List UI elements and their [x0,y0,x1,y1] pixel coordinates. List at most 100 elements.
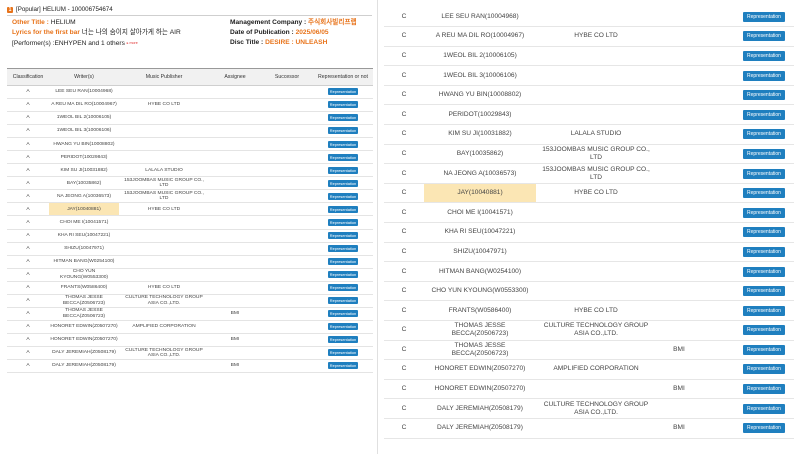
publisher-cell: CULTURE TECHNOLOGY GROUP ASIA CO.,LTD. [536,398,656,419]
writer-cell: HONORET EDWIN(Z0507270) [49,333,119,347]
representation-button[interactable]: Representation [743,168,785,179]
table-row: A CHO YUN KYOUNG(W0553300) Representation [7,268,373,282]
representation-button[interactable]: Representation [327,244,359,252]
representation-button[interactable]: Representation [743,305,785,316]
representation-button[interactable]: Representation [327,218,359,226]
table-row: C 1WEOL BIL 2(10006105) Representation [384,46,794,67]
assignee-cell [656,85,702,106]
representation-button[interactable]: Representation [743,148,785,159]
representation-button[interactable]: Representation [743,344,785,355]
classification-cell: C [384,398,424,419]
successor-cell [261,215,313,230]
representation-button[interactable]: Representation [327,179,359,187]
assignee-cell [209,111,261,126]
representation-button[interactable]: Representation [743,188,785,199]
representation-button[interactable]: Representation [327,127,359,135]
representation-button[interactable]: Representation [327,257,359,265]
successor-cell [702,418,734,439]
table-row: A HONORET EDWIN(Z0507270) BMI Representatio… [7,333,373,347]
classification-cell: A [7,150,49,165]
classification-cell: A [7,215,49,230]
assignee-cell: BMI [656,418,702,439]
publisher-cell: 153JOOMBAS MUSIC GROUP CO., LTD [536,144,656,165]
representation-button[interactable]: Representation [327,270,359,278]
representation-button[interactable]: Representation [743,70,785,81]
representation-button[interactable]: Representation [743,286,785,297]
representation-cell: Representation [313,98,373,113]
representation-button[interactable]: Representation [743,227,785,238]
assignee-cell [656,359,702,380]
representation-cell: Representation [313,346,373,360]
representation-button[interactable]: Representation [327,153,359,161]
representation-button[interactable]: Representation [743,384,785,395]
representation-button[interactable]: Representation [327,349,359,357]
representation-button[interactable]: Representation [327,297,359,305]
representation-button[interactable]: Representation [327,166,359,174]
table-row: C HITMAN BANG(W0254100) Representation [384,261,794,282]
publisher-cell [536,104,656,126]
classification-cell: C [384,65,424,86]
representation-button[interactable]: Representation [743,11,785,22]
representation-button[interactable]: Representation [743,129,785,140]
writer-cell: KHA RI SEU(10047221) [424,222,536,243]
representation-button[interactable]: Representation [327,140,359,148]
col-writers: Writer(s) [49,68,119,86]
representation-cell: Representation [734,104,794,126]
performer-line: [Performer(s) :ENHYPEN and 1 others ▸ mo… [12,38,181,49]
publisher-cell [536,65,656,86]
representation-button[interactable]: Representation [327,310,359,318]
table-row: A BAY(10035862) 153JOOMBAS MUSIC GROUP CO.… [7,176,373,191]
representation-button[interactable]: Representation [743,325,785,336]
assignee-cell [656,144,702,165]
representation-button[interactable]: Representation [327,101,359,109]
representation-button[interactable]: Representation [327,231,359,239]
more-link[interactable]: ▸ more [127,41,138,45]
representation-button[interactable]: Representation [327,284,359,292]
representation-button[interactable]: Representation [327,192,359,200]
publisher-cell [536,46,656,67]
writer-cell: THOMAS JESSE BECCA(Z0506723) [49,307,119,321]
representation-button[interactable]: Representation [743,423,785,434]
successor-cell [261,268,313,282]
representation-cell: Representation [313,163,373,178]
rights-table-left: Classification Writer(s) Music Publisher… [7,68,373,374]
publisher-cell [536,7,656,28]
classification-cell: C [384,222,424,243]
table-row: CA REU MA DIL RO(10004967) HYBE CO LTD Rep… [384,26,794,47]
table-row: A THOMAS JESSE BECCA(Z0506723) BMI Represen… [7,307,373,321]
representation-button[interactable]: Representation [743,403,785,414]
representation-button[interactable]: Representation [327,205,359,213]
assignee-cell [656,26,702,47]
representation-button[interactable]: Representation [743,266,785,277]
representation-cell: Representation [313,137,373,152]
representation-button[interactable]: Representation [743,50,785,61]
representation-button[interactable]: Representation [743,246,785,257]
table-row: A NA JEONG A(10036573) 153JOOMBAS MUSIC GR… [7,189,373,204]
song-header: 1 [Popular] HELIUM - 100006754674 [7,6,113,13]
assignee-cell [209,281,261,295]
representation-button[interactable]: Representation [327,114,359,122]
classification-cell: A [7,320,49,334]
song-meta-right: Management Company : 주식회사빌리프랩 Date of Pu… [230,18,357,48]
assignee-cell [656,242,702,263]
table-row: C KIM SU JI(10031882) LALALA STUDIO Represe… [384,124,794,145]
table-row: A KHA RI SEU(10047221) Representation [7,229,373,243]
representation-button[interactable]: Representation [743,364,785,375]
representation-cell: Representation [734,300,794,321]
representation-button[interactable]: Representation [743,90,785,101]
representation-button[interactable]: Representation [327,88,359,96]
representation-button[interactable]: Representation [327,362,359,370]
representation-button[interactable]: Representation [743,109,785,120]
classification-cell: C [384,261,424,282]
classification-cell: A [7,346,49,360]
representation-button[interactable]: Representation [327,323,359,331]
publisher-cell: HYBE CO LTD [119,281,209,295]
classification-cell: C [384,46,424,67]
representation-button[interactable]: Representation [327,336,359,344]
writer-cell: DALY JEREMIAH(Z0508179) [49,359,119,374]
performer-text: [Performer(s) :ENHYPEN and 1 others [12,39,125,47]
assignee-cell [656,300,702,321]
writer-cell: PERIDOT(10029843) [424,104,536,126]
representation-button[interactable]: Representation [743,207,785,218]
representation-button[interactable]: Representation [743,31,785,42]
